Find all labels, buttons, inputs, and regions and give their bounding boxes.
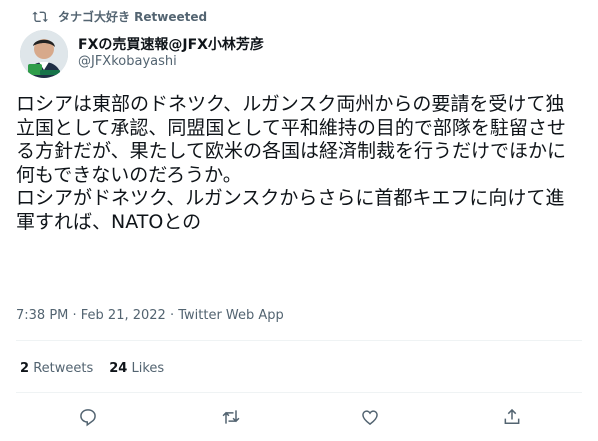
retweet-icon — [222, 410, 240, 424]
tweet-card: タナゴ大好き Retweeted FXの売買速報@JFX小林芳彦 @JFXkob… — [0, 0, 598, 441]
author-handle[interactable]: @JFXkobayashi — [78, 54, 177, 69]
retweet-button[interactable] — [219, 405, 243, 429]
share-icon — [504, 408, 520, 424]
action-bar — [0, 405, 598, 429]
retweet-context-label: タナゴ大好き Retweeted — [58, 10, 208, 24]
tweet-timestamp[interactable]: 7:38 PM · Feb 21, 2022 · Twitter Web App — [16, 308, 284, 323]
author-name[interactable]: FXの売買速報@JFX小林芳彦 — [78, 34, 264, 54]
avatar[interactable] — [20, 30, 68, 78]
engagement-stats: 2 Retweets 24 Likes — [20, 361, 164, 376]
retweets-count: 2 — [20, 361, 30, 376]
reply-icon — [80, 409, 96, 427]
heart-icon — [362, 410, 378, 426]
like-button[interactable] — [358, 405, 382, 429]
likes-stat[interactable]: 24 Likes — [109, 361, 164, 376]
avatar-image — [20, 30, 68, 78]
likes-count: 24 — [109, 361, 128, 376]
tweet-text: ロシアは東部のドネツク、ルガンスク両州からの要請を受けて独立国として承認、同盟国… — [16, 93, 567, 233]
retweet-icon — [32, 11, 48, 22]
retweet-context[interactable]: タナゴ大好き Retweeted — [32, 8, 207, 25]
reply-button[interactable] — [76, 405, 100, 429]
divider — [16, 340, 582, 341]
share-button[interactable] — [500, 405, 524, 429]
retweets-stat[interactable]: 2 Retweets — [20, 361, 93, 376]
retweets-label: Retweets — [33, 361, 94, 376]
divider — [16, 392, 582, 393]
likes-label: Likes — [131, 361, 165, 376]
